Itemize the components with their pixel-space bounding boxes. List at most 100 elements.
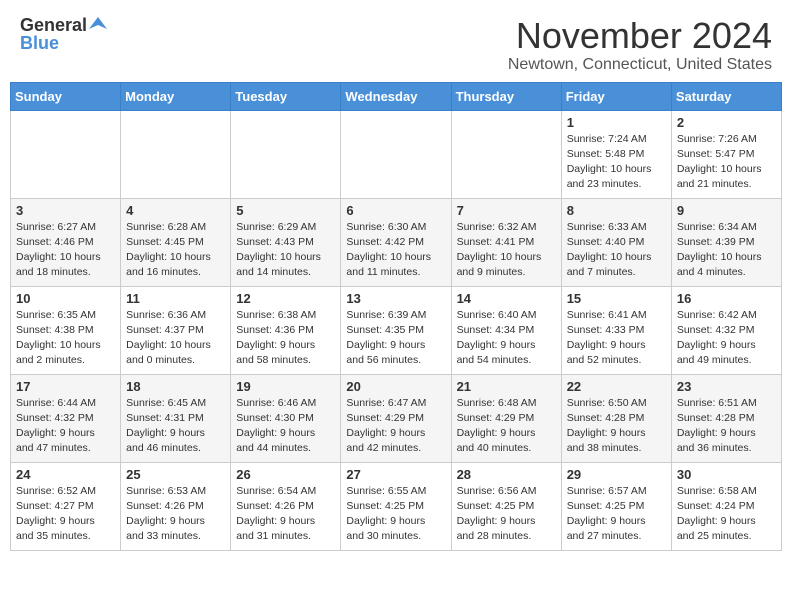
day-number: 25 bbox=[126, 467, 225, 482]
calendar-cell: 8 Sunrise: 6:33 AM Sunset: 4:40 PM Daylig… bbox=[561, 198, 671, 286]
header-row: Sunday Monday Tuesday Wednesday Thursday… bbox=[11, 82, 782, 110]
col-thursday: Thursday bbox=[451, 82, 561, 110]
calendar-cell: 10Sunrise: 6:35 AM Sunset: 4:38 PM Dayli… bbox=[11, 286, 121, 374]
day-number: 24 bbox=[16, 467, 115, 482]
calendar-cell: 17Sunrise: 6:44 AM Sunset: 4:32 PM Dayli… bbox=[11, 374, 121, 462]
calendar-cell: 18 Sunrise: 6:45 AM Sunset: 4:31 PM Dayli… bbox=[121, 374, 231, 462]
day-info: Sunrise: 6:38 AM Sunset: 4:36 PM Dayligh… bbox=[236, 308, 335, 369]
calendar-week-4: 24 Sunrise: 6:52 AM Sunset: 4:27 PM Dayli… bbox=[11, 462, 782, 550]
calendar-cell: 4 Sunrise: 6:28 AM Sunset: 4:45 PM Daylig… bbox=[121, 198, 231, 286]
logo-bird-icon bbox=[89, 15, 107, 33]
calendar-cell: 11Sunrise: 6:36 AM Sunset: 4:37 PM Dayli… bbox=[121, 286, 231, 374]
day-number: 14 bbox=[457, 291, 556, 306]
calendar-cell bbox=[451, 110, 561, 198]
day-info: Sunrise: 6:40 AM Sunset: 4:34 PM Dayligh… bbox=[457, 308, 556, 369]
day-info: Sunrise: 6:47 AM Sunset: 4:29 PM Dayligh… bbox=[346, 396, 445, 457]
day-number: 10 bbox=[16, 291, 115, 306]
day-info: Sunrise: 6:42 AM Sunset: 4:32 PM Dayligh… bbox=[677, 308, 776, 369]
calendar-cell: 20 Sunrise: 6:47 AM Sunset: 4:29 PM Dayli… bbox=[341, 374, 451, 462]
day-number: 9 bbox=[677, 203, 776, 218]
day-number: 27 bbox=[346, 467, 445, 482]
day-info: Sunrise: 6:33 AM Sunset: 4:40 PM Dayligh… bbox=[567, 220, 666, 281]
calendar-week-2: 10Sunrise: 6:35 AM Sunset: 4:38 PM Dayli… bbox=[11, 286, 782, 374]
calendar-cell: 7 Sunrise: 6:32 AM Sunset: 4:41 PM Daylig… bbox=[451, 198, 561, 286]
calendar-cell: 27 Sunrise: 6:55 AM Sunset: 4:25 PM Dayli… bbox=[341, 462, 451, 550]
day-info: Sunrise: 6:57 AM Sunset: 4:25 PM Dayligh… bbox=[567, 484, 666, 545]
day-info: Sunrise: 6:53 AM Sunset: 4:26 PM Dayligh… bbox=[126, 484, 225, 545]
day-info: Sunrise: 6:45 AM Sunset: 4:31 PM Dayligh… bbox=[126, 396, 225, 457]
day-number: 11 bbox=[126, 291, 225, 306]
calendar-wrapper: Sunday Monday Tuesday Wednesday Thursday… bbox=[0, 82, 792, 561]
day-number: 3 bbox=[16, 203, 115, 218]
day-info: Sunrise: 6:56 AM Sunset: 4:25 PM Dayligh… bbox=[457, 484, 556, 545]
day-info: Sunrise: 6:28 AM Sunset: 4:45 PM Dayligh… bbox=[126, 220, 225, 281]
calendar-cell bbox=[11, 110, 121, 198]
calendar-cell bbox=[341, 110, 451, 198]
day-number: 4 bbox=[126, 203, 225, 218]
day-number: 21 bbox=[457, 379, 556, 394]
calendar-cell bbox=[121, 110, 231, 198]
day-info: Sunrise: 6:30 AM Sunset: 4:42 PM Dayligh… bbox=[346, 220, 445, 281]
day-info: Sunrise: 6:52 AM Sunset: 4:27 PM Dayligh… bbox=[16, 484, 115, 545]
col-tuesday: Tuesday bbox=[231, 82, 341, 110]
calendar-week-1: 3Sunrise: 6:27 AM Sunset: 4:46 PM Daylig… bbox=[11, 198, 782, 286]
calendar-cell: 15Sunrise: 6:41 AM Sunset: 4:33 PM Dayli… bbox=[561, 286, 671, 374]
page-wrapper: General Blue November 2024 Newtown, Conn… bbox=[0, 0, 792, 561]
header: General Blue November 2024 Newtown, Conn… bbox=[0, 0, 792, 82]
day-info: Sunrise: 6:50 AM Sunset: 4:28 PM Dayligh… bbox=[567, 396, 666, 457]
calendar-cell: 26 Sunrise: 6:54 AM Sunset: 4:26 PM Dayli… bbox=[231, 462, 341, 550]
calendar-cell: 22 Sunrise: 6:50 AM Sunset: 4:28 PM Dayli… bbox=[561, 374, 671, 462]
day-number: 6 bbox=[346, 203, 445, 218]
calendar-cell: 5 Sunrise: 6:29 AM Sunset: 4:43 PM Daylig… bbox=[231, 198, 341, 286]
calendar-cell: 24 Sunrise: 6:52 AM Sunset: 4:27 PM Dayli… bbox=[11, 462, 121, 550]
day-info: Sunrise: 6:34 AM Sunset: 4:39 PM Dayligh… bbox=[677, 220, 776, 281]
day-number: 8 bbox=[567, 203, 666, 218]
day-info: Sunrise: 7:24 AM Sunset: 5:48 PM Dayligh… bbox=[567, 132, 666, 193]
day-number: 16 bbox=[677, 291, 776, 306]
day-number: 20 bbox=[346, 379, 445, 394]
day-info: Sunrise: 6:29 AM Sunset: 4:43 PM Dayligh… bbox=[236, 220, 335, 281]
day-number: 26 bbox=[236, 467, 335, 482]
calendar-cell: 30 Sunrise: 6:58 AM Sunset: 4:24 PM Dayli… bbox=[671, 462, 781, 550]
calendar-cell: 16 Sunrise: 6:42 AM Sunset: 4:32 PM Dayli… bbox=[671, 286, 781, 374]
day-number: 19 bbox=[236, 379, 335, 394]
col-saturday: Saturday bbox=[671, 82, 781, 110]
calendar-cell: 9 Sunrise: 6:34 AM Sunset: 4:39 PM Daylig… bbox=[671, 198, 781, 286]
day-number: 18 bbox=[126, 379, 225, 394]
day-number: 13 bbox=[346, 291, 445, 306]
calendar-cell: 21 Sunrise: 6:48 AM Sunset: 4:29 PM Dayli… bbox=[451, 374, 561, 462]
day-info: Sunrise: 6:44 AM Sunset: 4:32 PM Dayligh… bbox=[16, 396, 115, 457]
day-info: Sunrise: 6:58 AM Sunset: 4:24 PM Dayligh… bbox=[677, 484, 776, 545]
title-block: November 2024 Newtown, Connecticut, Unit… bbox=[508, 16, 772, 74]
day-number: 29 bbox=[567, 467, 666, 482]
calendar-cell: 14 Sunrise: 6:40 AM Sunset: 4:34 PM Dayli… bbox=[451, 286, 561, 374]
calendar-week-0: 1 Sunrise: 7:24 AM Sunset: 5:48 PM Daylig… bbox=[11, 110, 782, 198]
calendar-body: 1 Sunrise: 7:24 AM Sunset: 5:48 PM Daylig… bbox=[11, 110, 782, 550]
logo-general-text: General bbox=[20, 16, 87, 34]
calendar-cell: 12Sunrise: 6:38 AM Sunset: 4:36 PM Dayli… bbox=[231, 286, 341, 374]
day-number: 22 bbox=[567, 379, 666, 394]
day-number: 23 bbox=[677, 379, 776, 394]
day-number: 30 bbox=[677, 467, 776, 482]
day-number: 1 bbox=[567, 115, 666, 130]
col-friday: Friday bbox=[561, 82, 671, 110]
day-number: 2 bbox=[677, 115, 776, 130]
calendar-cell: 29 Sunrise: 6:57 AM Sunset: 4:25 PM Dayli… bbox=[561, 462, 671, 550]
col-monday: Monday bbox=[121, 82, 231, 110]
calendar-cell: 6 Sunrise: 6:30 AM Sunset: 4:42 PM Daylig… bbox=[341, 198, 451, 286]
day-number: 5 bbox=[236, 203, 335, 218]
calendar-cell: 28 Sunrise: 6:56 AM Sunset: 4:25 PM Dayli… bbox=[451, 462, 561, 550]
day-info: Sunrise: 6:55 AM Sunset: 4:25 PM Dayligh… bbox=[346, 484, 445, 545]
day-info: Sunrise: 6:32 AM Sunset: 4:41 PM Dayligh… bbox=[457, 220, 556, 281]
day-number: 7 bbox=[457, 203, 556, 218]
logo: General Blue bbox=[20, 16, 107, 52]
day-number: 28 bbox=[457, 467, 556, 482]
day-info: Sunrise: 7:26 AM Sunset: 5:47 PM Dayligh… bbox=[677, 132, 776, 193]
calendar-week-3: 17Sunrise: 6:44 AM Sunset: 4:32 PM Dayli… bbox=[11, 374, 782, 462]
calendar-cell: 3Sunrise: 6:27 AM Sunset: 4:46 PM Daylig… bbox=[11, 198, 121, 286]
day-info: Sunrise: 6:54 AM Sunset: 4:26 PM Dayligh… bbox=[236, 484, 335, 545]
day-info: Sunrise: 6:48 AM Sunset: 4:29 PM Dayligh… bbox=[457, 396, 556, 457]
calendar-cell: 2 Sunrise: 7:26 AM Sunset: 5:47 PM Daylig… bbox=[671, 110, 781, 198]
day-info: Sunrise: 6:46 AM Sunset: 4:30 PM Dayligh… bbox=[236, 396, 335, 457]
calendar-table: Sunday Monday Tuesday Wednesday Thursday… bbox=[10, 82, 782, 551]
